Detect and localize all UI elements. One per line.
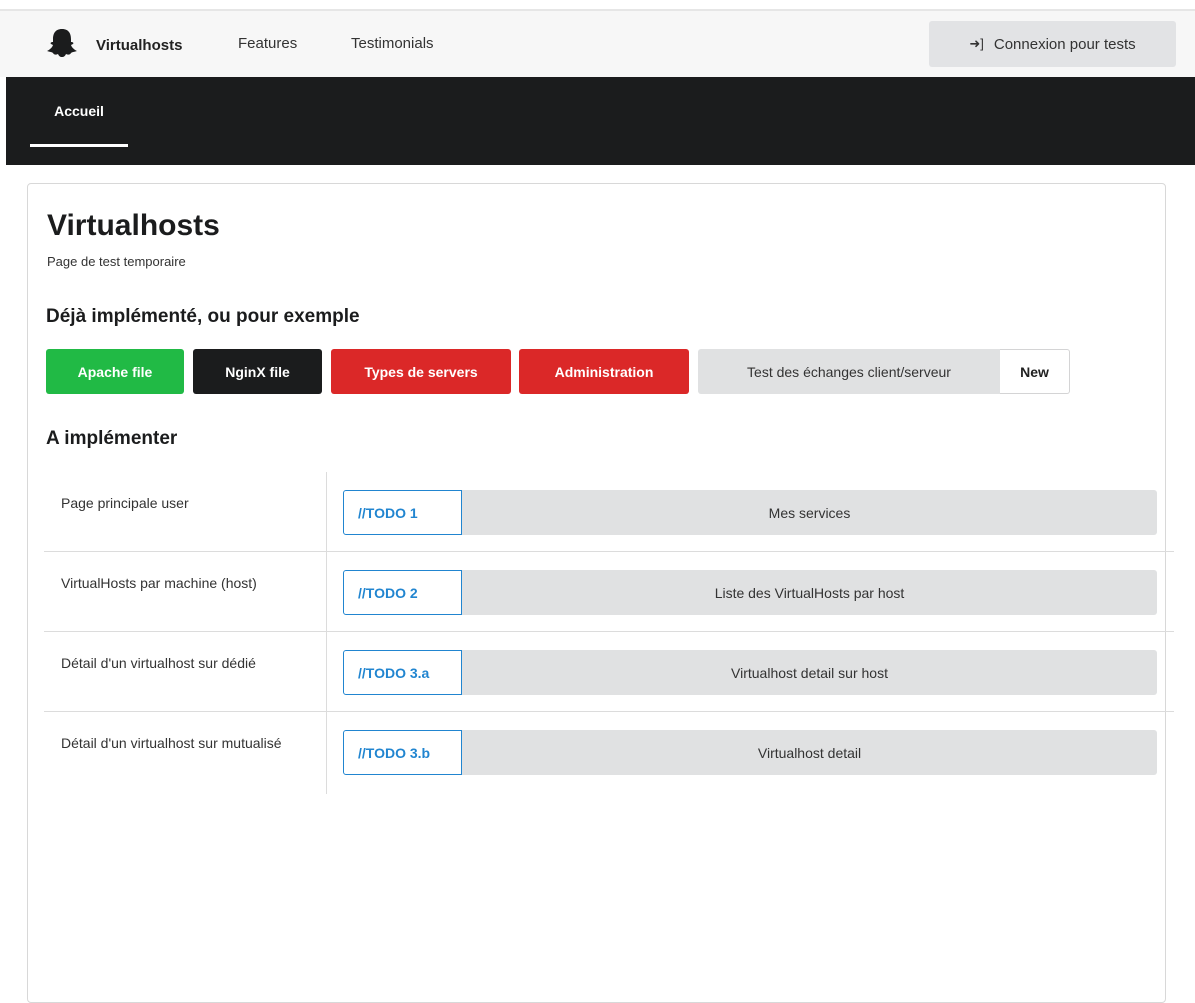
section-title-todo: A implémenter	[46, 428, 178, 449]
new-tag: New	[1000, 349, 1070, 394]
row-label: Page principale user	[61, 495, 189, 511]
login-button[interactable]: ➜] Connexion pour tests	[929, 21, 1176, 67]
main-segment: Virtualhosts Page de test temporaire Déj…	[27, 183, 1174, 1003]
types-servers-button[interactable]: Types de servers	[331, 349, 511, 394]
row-label: Détail d'un virtualhost sur mutualisé	[61, 735, 282, 751]
table-row: VirtualHosts par machine (host) //TODO 2…	[44, 552, 1174, 632]
service-button[interactable]: Mes services	[462, 490, 1157, 535]
section-title-implemented: Déjà implémenté, ou pour exemple	[46, 306, 360, 327]
todo-button[interactable]: //TODO 2	[343, 570, 462, 615]
nav-link-testimonials[interactable]: Testimonials	[351, 35, 434, 52]
administration-button[interactable]: Administration	[519, 349, 689, 394]
sign-in-icon: ➜]	[969, 36, 984, 51]
table-row: Détail d'un virtualhost sur mutualisé //…	[44, 712, 1174, 792]
test-echanges-button[interactable]: Test des échanges client/serveur New	[698, 349, 1070, 394]
window-top-strip	[0, 0, 1195, 9]
todo-button[interactable]: //TODO 3.a	[343, 650, 462, 695]
todo-button[interactable]: //TODO 3.b	[343, 730, 462, 775]
brand-link[interactable]: Virtualhosts	[44, 25, 182, 65]
ghost-icon	[44, 25, 80, 66]
row-label: VirtualHosts par machine (host)	[61, 575, 257, 591]
page-subtitle: Page de test temporaire	[47, 254, 186, 269]
top-navbar: Virtualhosts Features Testimonials ➜] Co…	[0, 9, 1195, 77]
nav-link-features[interactable]: Features	[238, 35, 297, 52]
service-button[interactable]: Liste des VirtualHosts par host	[462, 570, 1157, 615]
tab-accueil[interactable]: Accueil	[30, 77, 128, 147]
table-row: Page principale user //TODO 1 Mes servic…	[44, 472, 1174, 552]
todo-button[interactable]: //TODO 1	[343, 490, 462, 535]
page-title: Virtualhosts	[47, 209, 220, 242]
login-button-label: Connexion pour tests	[993, 35, 1136, 53]
row-label: Détail d'un virtualhost sur dédié	[61, 655, 256, 671]
service-button[interactable]: Virtualhost detail sur host	[462, 650, 1157, 695]
service-button[interactable]: Virtualhost detail	[462, 730, 1157, 775]
brand-label: Virtualhosts	[96, 36, 183, 54]
nginx-file-button[interactable]: NginX file	[193, 349, 322, 394]
table-row: Détail d'un virtualhost sur dédié //TODO…	[44, 632, 1174, 712]
secondary-menu: Accueil	[6, 77, 1195, 165]
apache-file-button[interactable]: Apache file	[46, 349, 184, 394]
test-echanges-label[interactable]: Test des échanges client/serveur	[698, 349, 1000, 394]
